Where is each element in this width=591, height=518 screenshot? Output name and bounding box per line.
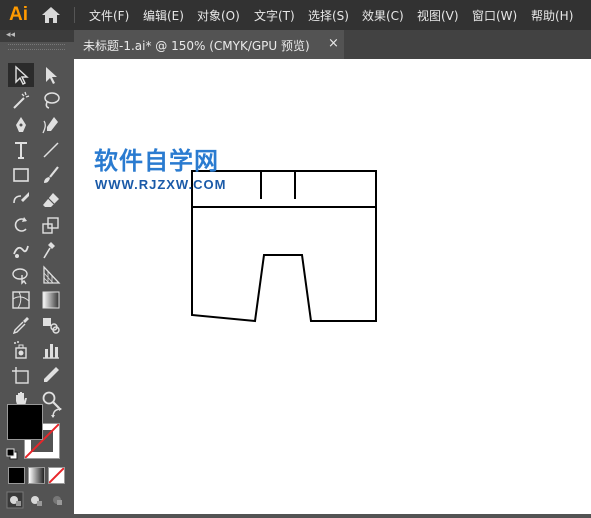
menu-select[interactable]: 选择(S) xyxy=(308,7,349,24)
rectangle-tool-icon[interactable] xyxy=(8,163,34,187)
menu-window[interactable]: 窗口(W) xyxy=(472,7,517,24)
draw-inside-icon[interactable] xyxy=(48,491,66,509)
gradient-mode-icon[interactable] xyxy=(28,467,45,484)
artboard-tool-icon[interactable] xyxy=(8,363,34,387)
app-logo[interactable]: Ai xyxy=(9,4,28,26)
scale-tool-icon[interactable] xyxy=(38,213,64,237)
document-tab-label: 未标题-1.ai* @ 150% (CMYK/GPU 预览) xyxy=(83,39,310,53)
lasso-icon[interactable] xyxy=(38,88,64,112)
shorts-body xyxy=(191,207,377,323)
watermark-url: WWW.RJZXW.COM xyxy=(95,177,227,192)
gradient-tool-icon[interactable] xyxy=(38,288,64,312)
paintbrush-icon[interactable] xyxy=(38,163,64,187)
color-mode-icon[interactable] xyxy=(8,467,25,484)
line-tool-icon[interactable] xyxy=(38,138,64,162)
selection-tool-icon[interactable] xyxy=(8,63,34,87)
menu-type[interactable]: 文字(T) xyxy=(254,7,295,24)
default-fill-stroke-icon[interactable] xyxy=(6,445,18,460)
eraser-icon[interactable] xyxy=(38,188,64,212)
menu-view[interactable]: 视图(V) xyxy=(417,7,459,24)
menu-file[interactable]: 文件(F) xyxy=(89,7,129,24)
type-tool-icon[interactable] xyxy=(8,138,34,162)
slice-tool-icon[interactable] xyxy=(38,363,64,387)
warp-tool-icon[interactable] xyxy=(8,238,34,262)
curvature-tool-icon[interactable] xyxy=(38,113,64,137)
menu-separator xyxy=(74,7,75,23)
magic-wand-icon[interactable] xyxy=(8,88,34,112)
home-icon[interactable] xyxy=(41,5,61,25)
rotate-tool-icon[interactable] xyxy=(8,213,34,237)
symbol-sprayer-icon[interactable] xyxy=(8,338,34,362)
direct-selection-tool-icon[interactable] xyxy=(38,63,64,87)
collapse-panel-icon[interactable]: ◂◂ xyxy=(6,30,15,40)
shaper-tool-icon[interactable] xyxy=(8,188,34,212)
document-tab-bar: 未标题-1.ai* @ 150% (CMYK/GPU 预览) × xyxy=(74,30,591,59)
swap-fill-stroke-icon[interactable] xyxy=(50,405,64,419)
menu-edit[interactable]: 编辑(E) xyxy=(143,7,184,24)
artboard-canvas[interactable]: 软件自学网 WWW.RJZXW.COM xyxy=(74,59,591,514)
menu-bar: Ai 文件(F) 编辑(E) 对象(O) 文字(T) 选择(S) 效果(C) 视… xyxy=(0,0,591,30)
blend-tool-icon[interactable] xyxy=(38,313,64,337)
fill-swatch[interactable] xyxy=(7,404,43,440)
pen-tool-icon[interactable] xyxy=(8,113,34,137)
eyedropper-icon[interactable] xyxy=(8,313,34,337)
menu-effect[interactable]: 效果(C) xyxy=(362,7,404,24)
menu-help[interactable]: 帮助(H) xyxy=(531,7,573,24)
shape-builder-icon[interactable] xyxy=(8,263,34,287)
draw-behind-icon[interactable] xyxy=(27,491,45,509)
menu-object[interactable]: 对象(O) xyxy=(197,7,240,24)
none-mode-icon[interactable] xyxy=(48,467,65,484)
puppet-warp-icon[interactable] xyxy=(38,238,64,262)
document-tab[interactable]: 未标题-1.ai* @ 150% (CMYK/GPU 预览) × xyxy=(74,30,344,59)
perspective-grid-icon[interactable] xyxy=(38,263,64,287)
mesh-tool-icon[interactable] xyxy=(8,288,34,312)
tools-panel-header: ◂◂ xyxy=(0,30,74,42)
shorts-drawing[interactable] xyxy=(74,59,591,514)
close-icon[interactable]: × xyxy=(328,36,339,51)
column-graph-icon[interactable] xyxy=(38,338,64,362)
draw-normal-icon[interactable] xyxy=(6,491,24,509)
panel-grip[interactable] xyxy=(8,44,65,50)
watermark-title: 软件自学网 xyxy=(94,147,219,175)
